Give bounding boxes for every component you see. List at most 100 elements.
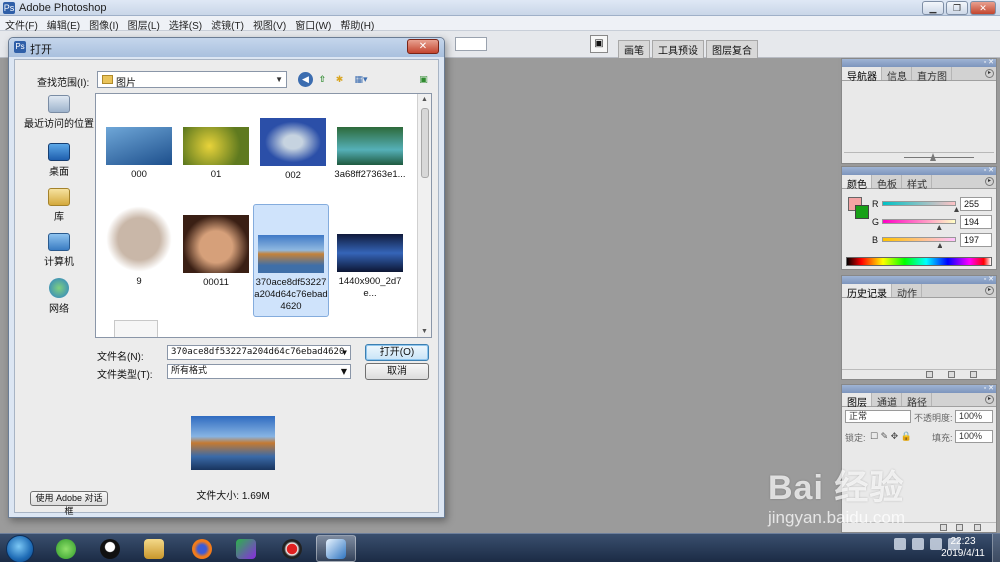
zoom-slider[interactable]	[844, 152, 994, 161]
close-icon[interactable]: ✕	[970, 1, 996, 15]
tab-histogram[interactable]: 直方图	[912, 67, 952, 83]
tab-actions[interactable]: 动作	[892, 284, 922, 300]
red-slider-track[interactable]	[882, 201, 956, 206]
filename-input[interactable]: 370ace8df53227a204d64c76ebad4620 ▼	[167, 345, 351, 360]
tab-layers[interactable]: 图层	[842, 393, 872, 409]
tab-navigator[interactable]: 导航器	[842, 67, 882, 83]
file-list-scrollbar[interactable]: ▲ ▼	[417, 94, 431, 337]
look-in-select[interactable]: 图片 ▼	[97, 71, 287, 89]
palette-close-icon[interactable]: ▫ ✕	[980, 276, 994, 284]
tab-color[interactable]: 颜色	[842, 175, 872, 191]
tab-layer-comps[interactable]: 图层复合	[706, 40, 758, 58]
back-icon[interactable]: ◀	[298, 72, 313, 87]
show-desktop-button[interactable]	[992, 534, 1000, 562]
open-button[interactable]: 打开(O)	[365, 344, 429, 361]
menu-select[interactable]: 选择(S)	[164, 16, 206, 32]
options-input[interactable]	[455, 37, 487, 51]
place-desktop[interactable]: 桌面	[24, 143, 94, 178]
place-network[interactable]: 网络	[24, 278, 94, 315]
scroll-up-icon[interactable]: ▲	[421, 96, 428, 103]
color-spectrum-bar[interactable]	[846, 257, 992, 266]
new-document-icon[interactable]	[926, 371, 933, 378]
file-item-3a68ff[interactable]: 3a68ff27363e1...	[332, 127, 408, 181]
taskbar-app-recorder[interactable]	[272, 535, 312, 562]
red-value-field[interactable]: 255	[960, 197, 992, 211]
lock-icons[interactable]: ☐ ✎ ✥ 🔒	[870, 431, 912, 445]
start-button[interactable]	[6, 535, 34, 562]
scroll-down-icon[interactable]: ▼	[421, 328, 428, 335]
file-item-1440x900[interactable]: 1440x900_2d7e...	[332, 234, 408, 300]
menu-edit[interactable]: 编辑(E)	[42, 16, 84, 32]
foreground-color-swatch[interactable]	[855, 205, 869, 219]
palette-close-icon[interactable]: ▫ ✕	[980, 167, 994, 175]
palette-menu-icon[interactable]: ▸	[985, 395, 994, 404]
palette-menu-icon[interactable]: ▸	[985, 286, 994, 295]
palette-menu-icon[interactable]: ▸	[985, 177, 994, 186]
chevron-down-icon[interactable]: ▼	[341, 365, 347, 378]
file-item-9[interactable]: 9	[101, 206, 177, 288]
tab-tool-presets[interactable]: 工具预设	[652, 40, 704, 58]
green-value-field[interactable]: 194	[960, 215, 992, 229]
green-slider-knob[interactable]	[936, 225, 942, 230]
menu-layer[interactable]: 图层(L)	[123, 16, 164, 32]
file-item-370ace-selected[interactable]: 370ace8df53227a204d64c76ebad4620	[253, 204, 329, 317]
place-recent[interactable]: 最近访问的位置	[24, 95, 94, 130]
taskbar-app-360[interactable]	[46, 535, 86, 562]
opacity-field[interactable]: 100%	[955, 410, 993, 423]
fill-field[interactable]: 100%	[955, 430, 993, 443]
file-item-00011[interactable]: 00011	[178, 215, 254, 289]
palette-close-icon[interactable]: ▫ ✕	[980, 59, 994, 67]
file-item-002[interactable]: 002	[255, 118, 331, 182]
view-menu-icon[interactable]: ▦▾	[350, 72, 372, 87]
new-snapshot-icon[interactable]	[948, 371, 955, 378]
restore-icon[interactable]: ❐	[946, 1, 968, 15]
palette-menu-icon[interactable]: ▸	[985, 69, 994, 78]
scrollbar-thumb[interactable]	[421, 108, 429, 178]
menu-filter[interactable]: 滤镜(T)	[206, 16, 248, 32]
taskbar-app-media[interactable]	[226, 535, 266, 562]
tab-brushes[interactable]: 画笔	[618, 40, 650, 58]
blue-slider-track[interactable]	[882, 237, 956, 242]
taskbar-app-photoshop[interactable]	[316, 535, 356, 562]
red-slider-knob[interactable]	[954, 207, 959, 212]
tab-history[interactable]: 历史记录	[842, 284, 892, 300]
place-libraries[interactable]: 库	[24, 188, 94, 223]
file-item-01[interactable]: 01	[178, 127, 254, 181]
filetype-select[interactable]: 所有格式 ▼	[167, 364, 351, 379]
file-list[interactable]: 000 01 002 3a68ff27363e1... 9 00011 370a…	[95, 93, 432, 338]
file-item-000[interactable]: 000	[101, 127, 177, 181]
tray-keyboard-icon[interactable]	[894, 538, 906, 550]
menu-image[interactable]: 图像(I)	[84, 16, 122, 32]
folder-up-icon[interactable]: ▣	[416, 72, 431, 87]
place-computer[interactable]: 计算机	[24, 233, 94, 268]
chevron-down-icon[interactable]: ▼	[342, 346, 347, 359]
tab-swatches[interactable]: 色板	[872, 175, 902, 191]
blue-slider-knob[interactable]	[937, 243, 943, 248]
menu-view[interactable]: 视图(V)	[248, 16, 290, 32]
taskbar-app-firefox[interactable]	[182, 535, 222, 562]
tray-flag-icon[interactable]	[912, 538, 924, 550]
taskbar-app-explorer[interactable]	[134, 535, 174, 562]
tab-channels[interactable]: 通道	[872, 393, 902, 409]
close-icon[interactable]: ✕	[407, 39, 439, 54]
minimize-icon[interactable]: ▁	[922, 1, 944, 15]
trash-icon[interactable]	[970, 371, 977, 378]
menu-help[interactable]: 帮助(H)	[335, 16, 378, 32]
cancel-button[interactable]: 取消	[365, 363, 429, 380]
use-adobe-dialog-button[interactable]: 使用 Adobe 对话框	[30, 491, 108, 516]
taskbar-app-qq[interactable]	[90, 535, 130, 562]
tab-paths[interactable]: 路径	[902, 393, 932, 409]
palette-well-icon[interactable]: ▣	[590, 35, 608, 53]
palette-close-icon[interactable]: ▫ ✕	[980, 385, 994, 393]
menu-file[interactable]: 文件(F)	[0, 16, 42, 32]
new-folder-icon[interactable]: ✱	[332, 72, 347, 87]
file-item-partial[interactable]	[114, 320, 158, 337]
tab-styles[interactable]: 样式	[902, 175, 932, 191]
menu-window[interactable]: 窗口(W)	[290, 16, 335, 32]
tab-info[interactable]: 信息	[882, 67, 912, 83]
green-slider-track[interactable]	[882, 219, 956, 224]
blend-mode-select[interactable]: 正常	[845, 410, 911, 423]
system-clock[interactable]: 22:23 2019/4/11	[938, 536, 988, 560]
blue-value-field[interactable]: 197	[960, 233, 992, 247]
up-folder-icon[interactable]: ⇧	[315, 72, 330, 87]
